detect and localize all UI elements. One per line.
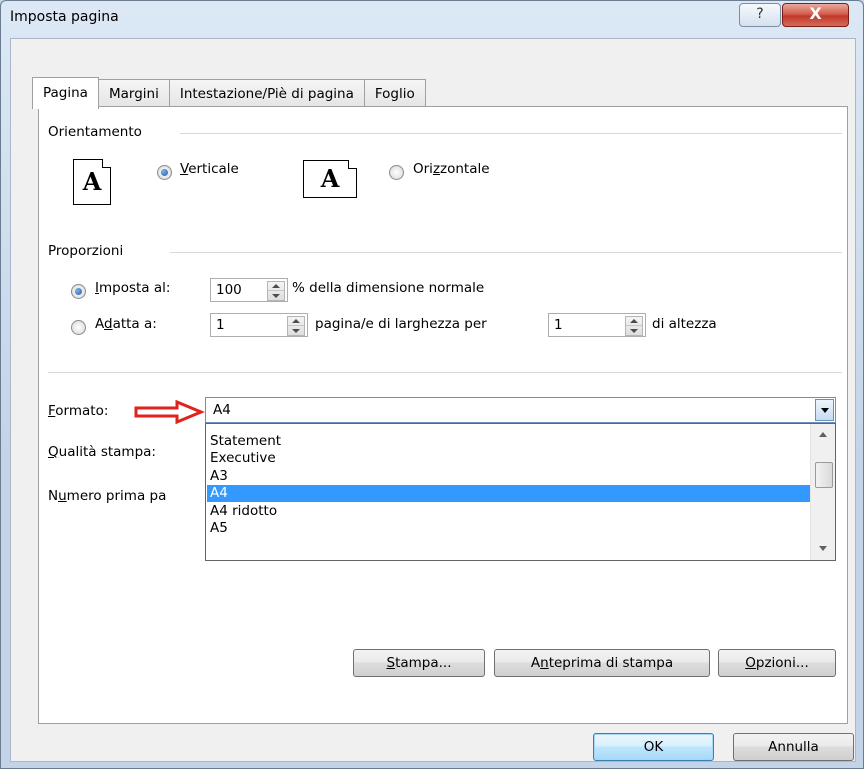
adjust-to-label[interactable]: Imposta al: [95, 280, 170, 296]
chevron-down-icon[interactable] [815, 399, 834, 421]
format-option[interactable]: Statement [207, 433, 814, 450]
ok-button[interactable]: OK [593, 733, 714, 761]
pages-wide-suffix: pagina/e di larghezza per [315, 316, 487, 332]
options-button[interactable]: Opzioni... [718, 649, 836, 677]
portrait-page-icon: A [73, 159, 111, 205]
tab-margini[interactable]: Margini [97, 79, 170, 108]
orientation-group-label: Orientamento [48, 124, 148, 140]
format-label: Formato: [48, 403, 109, 419]
window-title: Imposta pagina [10, 9, 119, 25]
dropdown-scrollbar[interactable] [810, 424, 835, 560]
spin-arrows-icon[interactable] [267, 281, 285, 301]
pages-wide-stepper[interactable]: 1 [210, 313, 308, 337]
landscape-page-icon: A [303, 160, 357, 198]
orientation-divider [180, 133, 842, 134]
print-button[interactable]: Stampa... [353, 649, 485, 677]
fit-to-radio[interactable] [71, 320, 86, 335]
scaling-group-label: Proporzioni [48, 243, 130, 259]
tab-foglio[interactable]: Foglio [363, 79, 426, 108]
title-bar: Imposta pagina ? X [1, 1, 863, 37]
adjust-percent-value: 100 [216, 282, 242, 298]
format-option[interactable]: Executive [207, 450, 814, 467]
format-select-value: A4 [213, 402, 231, 418]
scroll-down-icon[interactable] [819, 546, 827, 551]
close-button[interactable]: X [782, 3, 849, 27]
format-option[interactable]: A3 [207, 468, 814, 485]
tab-strip: Pagina Margini Intestazione/Piè di pagin… [32, 77, 426, 109]
portrait-radio-label[interactable]: Verticale [180, 161, 239, 177]
adjust-percent-stepper[interactable]: 100 [210, 278, 288, 302]
cancel-button[interactable]: Annulla [733, 733, 854, 761]
format-dropdown-list[interactable]: Statement Executive A3 A4 A4 ridotto A5 [205, 423, 836, 561]
tab-intestazione[interactable]: Intestazione/Piè di pagina [168, 79, 365, 108]
scaling-divider [170, 252, 842, 253]
adjust-percent-suffix: % della dimensione normale [292, 280, 485, 296]
help-icon: ? [756, 6, 764, 22]
tab-pagina[interactable]: Pagina [32, 77, 99, 109]
format-option-selected[interactable]: A4 [207, 485, 814, 502]
help-button[interactable]: ? [739, 3, 781, 27]
scroll-up-icon[interactable] [819, 432, 827, 437]
portrait-radio[interactable] [157, 165, 172, 180]
pages-tall-value: 1 [554, 317, 563, 333]
close-icon: X [809, 4, 822, 23]
adjust-to-radio[interactable] [71, 284, 86, 299]
format-option[interactable]: A4 ridotto [207, 503, 814, 520]
spin-arrows-icon[interactable] [625, 316, 643, 336]
landscape-radio[interactable] [389, 165, 404, 180]
red-arrow-icon [134, 400, 205, 424]
pages-tall-suffix: di altezza [652, 316, 717, 332]
print-quality-label: Qualità stampa: [48, 444, 156, 460]
paper-divider [48, 372, 842, 373]
print-preview-button[interactable]: Anteprima di stampa [494, 649, 710, 677]
scroll-thumb[interactable] [815, 462, 833, 488]
pages-wide-value: 1 [216, 317, 225, 333]
spin-arrows-icon[interactable] [287, 316, 305, 336]
format-option[interactable]: A5 [207, 520, 814, 537]
first-page-number-label: Numero prima pa [48, 488, 167, 504]
format-select[interactable]: A4 [205, 397, 836, 423]
landscape-radio-label[interactable]: Orizzontale [413, 161, 490, 177]
fit-to-label[interactable]: Adatta a: [95, 316, 157, 332]
pages-tall-stepper[interactable]: 1 [548, 313, 646, 337]
